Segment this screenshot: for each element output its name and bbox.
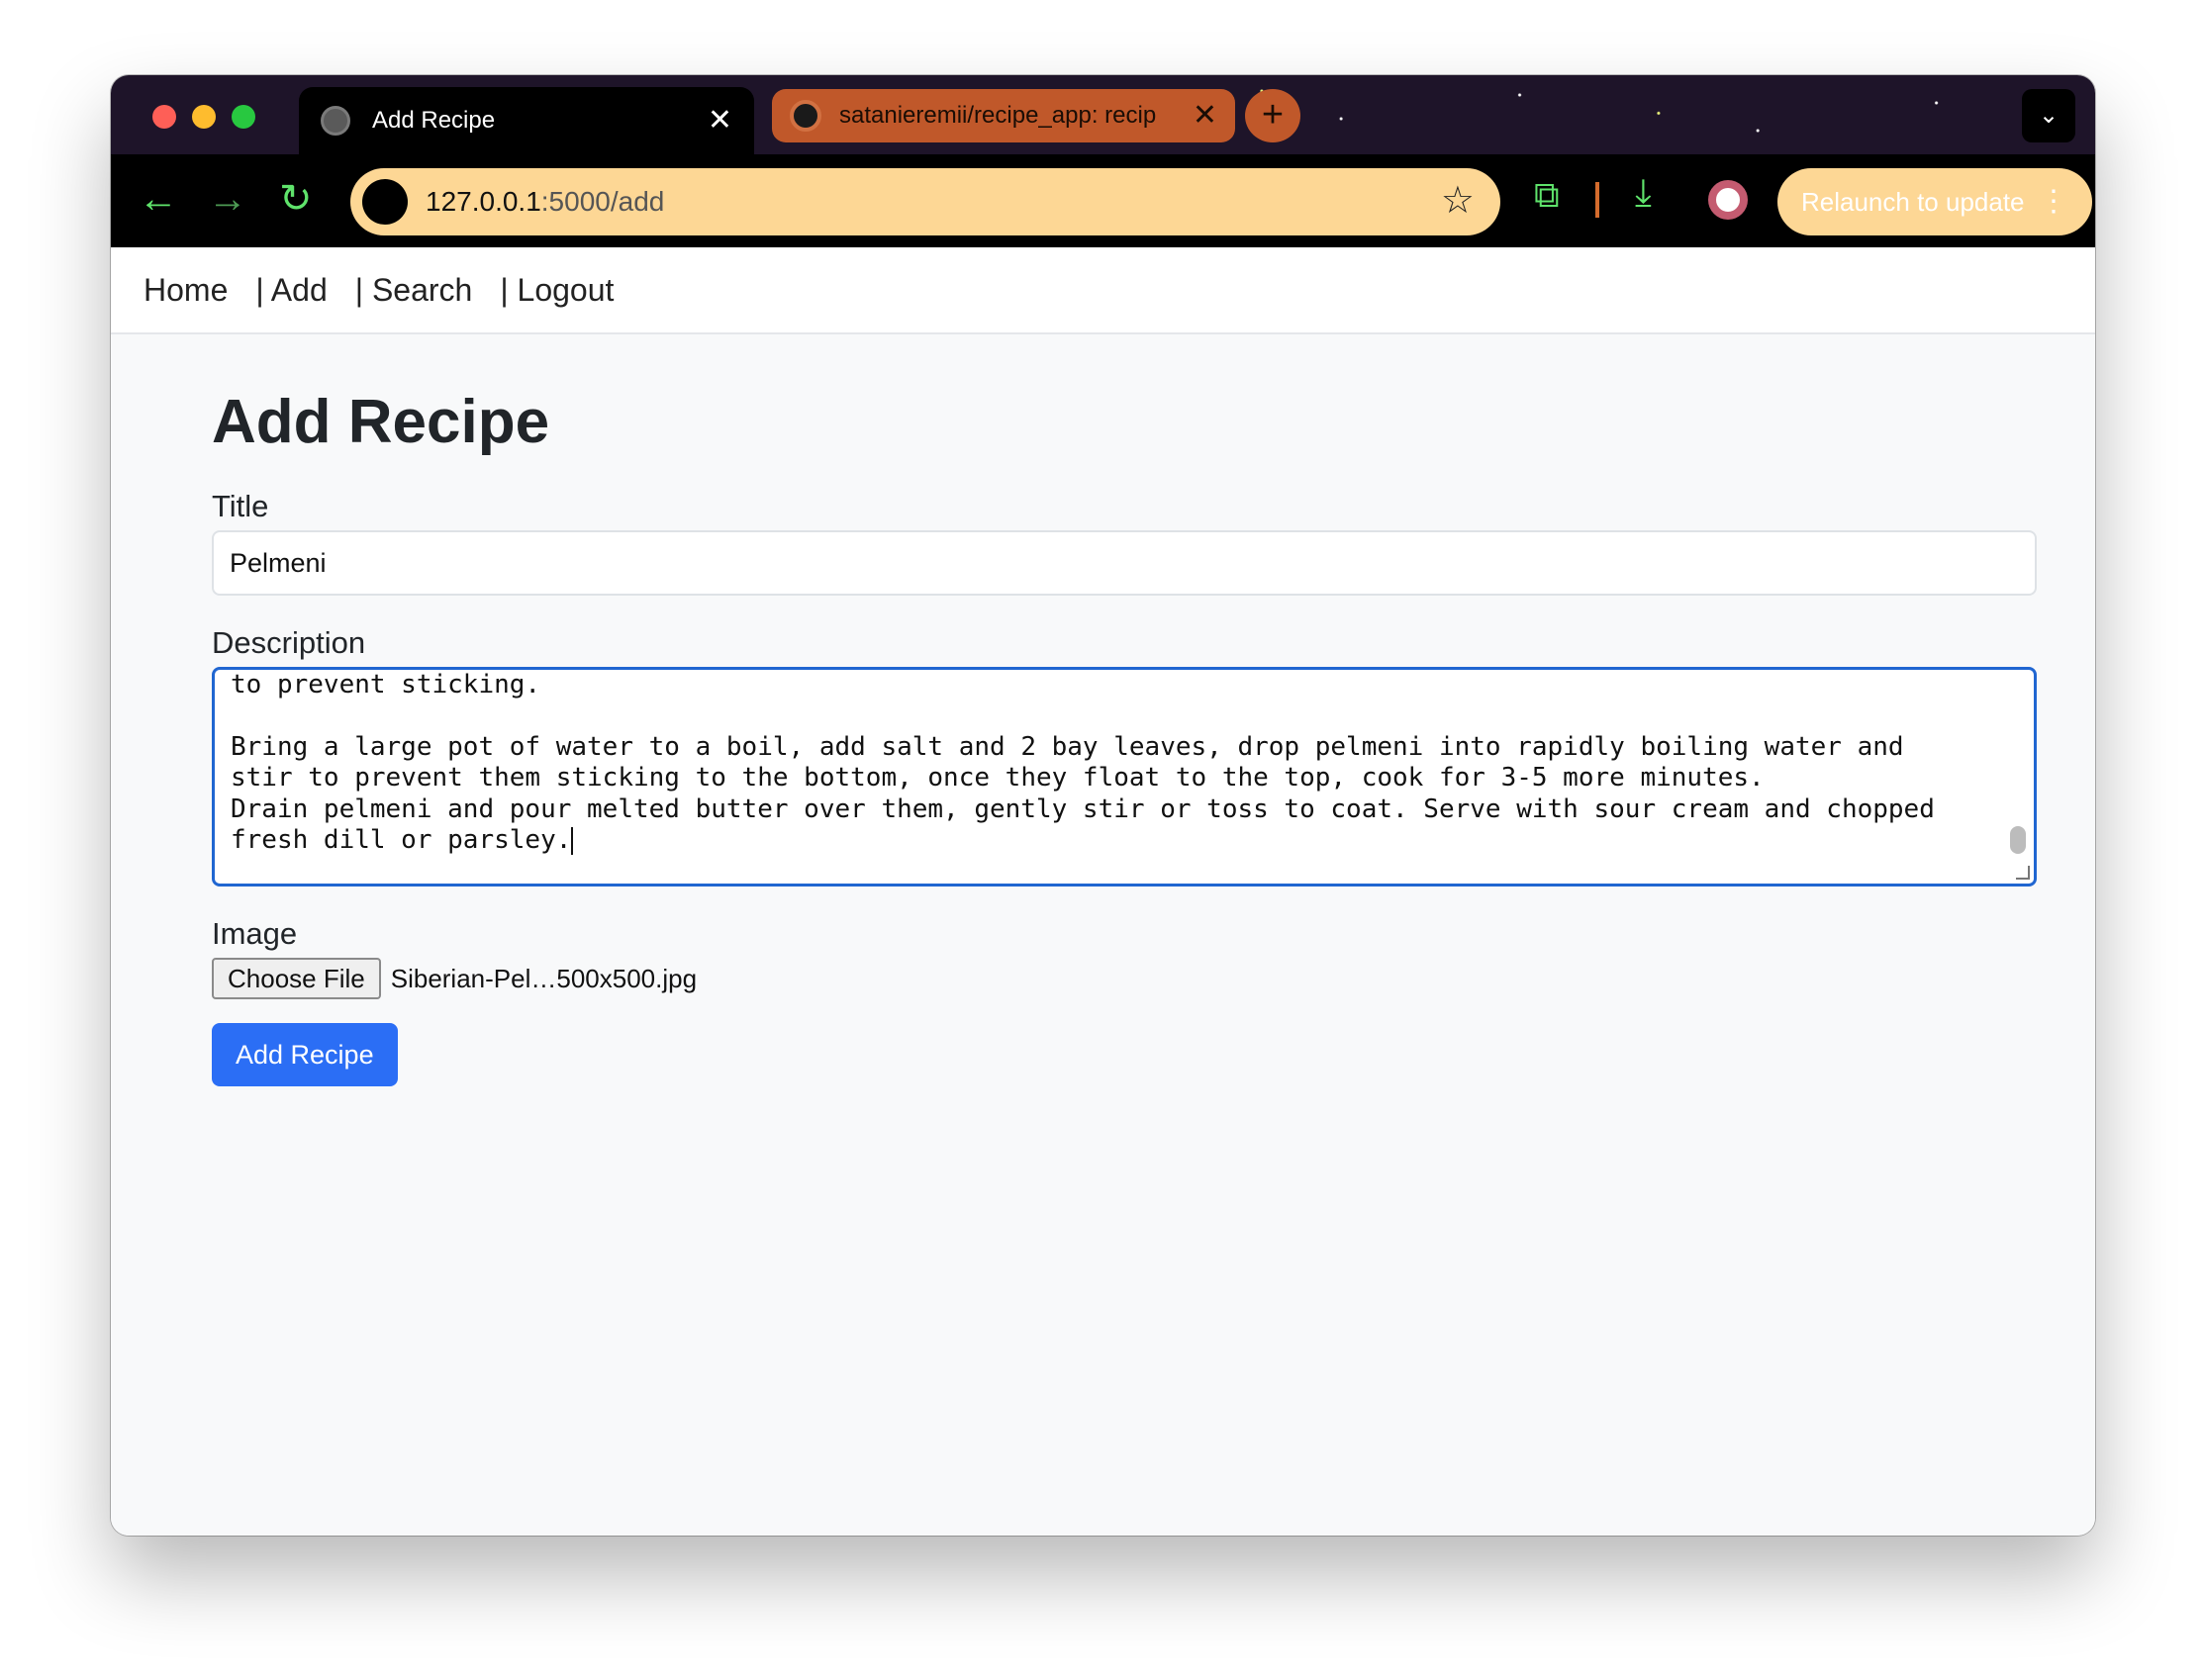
title-label: Title (212, 489, 269, 524)
address-bar[interactable]: 127.0.0.1 :5000/add ☆ (350, 168, 1500, 235)
relaunch-label: Relaunch to update (1801, 187, 2025, 217)
page-title: Add Recipe (212, 388, 550, 456)
description-text: Set aside a needed amount of pelmeni for… (231, 669, 1935, 856)
toolbar-divider (1595, 182, 1599, 218)
nav-search-link[interactable]: | Search (355, 272, 473, 309)
image-file-input: Choose File Siberian-Pel…500x500.jpg (212, 958, 2037, 1000)
more-menu-icon[interactable]: ⋮ (2039, 168, 2068, 235)
url-path: :5000/add (540, 186, 665, 217)
tab-add-recipe[interactable]: Add Recipe ✕ (299, 87, 754, 154)
tab-strip: Add Recipe ✕ satanieremii/recipe_app: re… (111, 75, 2095, 154)
add-recipe-form: Add Recipe Title Pelmeni Description Set… (111, 386, 2037, 1087)
resize-handle-icon[interactable] (2016, 866, 2030, 881)
close-window-button[interactable] (152, 105, 176, 129)
text-caret (571, 826, 574, 855)
profile-avatar[interactable] (1708, 180, 1748, 220)
nav-add-link[interactable]: | Add (255, 272, 327, 309)
close-icon[interactable]: ✕ (1193, 101, 1217, 131)
selected-file-name: Siberian-Pel…500x500.jpg (390, 963, 698, 993)
browser-toolbar: ← → ↻ 127.0.0.1 :5000/add ☆ ⧉ ⤓ Relaunch… (111, 154, 2095, 247)
tab-title: satanieremii/recipe_app: recip (839, 102, 1157, 129)
description-textarea[interactable]: Set aside a needed amount of pelmeni for… (212, 667, 2037, 887)
tab-github-repo[interactable]: satanieremii/recipe_app: recip ✕ (772, 89, 1235, 142)
browser-window: Add Recipe ✕ satanieremii/recipe_app: re… (111, 75, 2095, 1536)
nav-home-link[interactable]: Home (144, 272, 228, 309)
globe-icon (321, 106, 350, 136)
title-input[interactable]: Pelmeni (212, 530, 2037, 597)
minimize-window-button[interactable] (192, 105, 216, 129)
download-icon[interactable]: ⤓ (1635, 172, 1652, 215)
page: Home | Add | Search | Logout Add Recipe … (111, 247, 2095, 1536)
textarea-scrollbar[interactable] (2010, 826, 2026, 855)
choose-file-button[interactable]: Choose File (212, 958, 381, 1000)
nav-logout-link[interactable]: | Logout (500, 272, 614, 309)
new-tab-button[interactable]: + (1245, 89, 1300, 142)
site-navbar: Home | Add | Search | Logout (111, 247, 2095, 334)
reload-icon[interactable]: ↻ (279, 176, 313, 222)
close-icon[interactable]: ✕ (708, 106, 732, 136)
image-label: Image (212, 916, 298, 952)
add-recipe-button[interactable]: Add Recipe (212, 1023, 398, 1087)
maximize-window-button[interactable] (232, 105, 255, 129)
forward-arrow-icon[interactable]: → (208, 176, 247, 222)
extensions-puzzle-icon[interactable]: ⧉ (1534, 174, 1560, 217)
tab-search-button[interactable]: ⌄ (2022, 89, 2075, 142)
tab-title: Add Recipe (372, 107, 496, 134)
bookmark-star-icon[interactable]: ☆ (1441, 178, 1475, 223)
back-arrow-icon[interactable]: ← (139, 176, 178, 222)
relaunch-button[interactable]: Relaunch to update ⋮ (1777, 168, 2092, 235)
url-host: 127.0.0.1 (426, 186, 541, 217)
github-icon (790, 100, 821, 132)
description-label: Description (212, 625, 366, 661)
site-info-icon[interactable] (362, 179, 408, 225)
